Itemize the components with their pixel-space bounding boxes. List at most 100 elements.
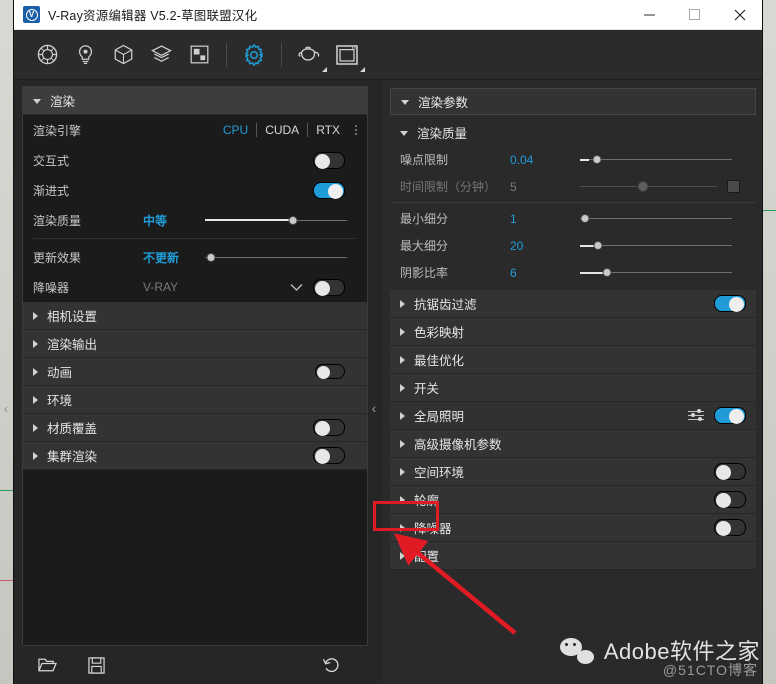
toon-outline-toggle[interactable] [714,491,746,508]
dropdown-corner-icon-2 [360,66,365,72]
update-effect-slider[interactable] [205,249,347,265]
time-limit-checkbox[interactable] [727,180,740,193]
maximize-button[interactable] [672,0,717,29]
min-subdivs-slider[interactable] [580,211,732,227]
antialias-filter-toggle[interactable] [714,295,746,312]
section-volumetric-environment[interactable]: 空间环境 [390,458,756,486]
global-illumination-toggle[interactable] [714,407,746,424]
light-bulb-icon-button[interactable] [66,36,104,74]
shading-rate-label: 阴影比率 [400,266,449,280]
chevron-right-icon [400,383,405,392]
sidebar-item-environment[interactable]: 环境 [23,386,367,414]
layers-icon-button[interactable] [142,36,180,74]
light-bulb-icon [78,45,92,65]
frame-buffer-icon-button[interactable] [328,36,366,74]
close-button[interactable] [717,0,762,29]
section-toon-outline[interactable]: 轮廓 [390,486,756,514]
noise-limit-value[interactable]: 0.04 [510,153,580,167]
progressive-toggle[interactable] [313,181,345,199]
render-quality-group-header[interactable]: 渲染质量 [390,119,756,146]
min-subdivs-value[interactable]: 1 [510,212,580,226]
interactive-toggle[interactable] [313,151,345,169]
denoiser-section-toggle[interactable] [714,519,746,536]
render-quality-slider[interactable] [205,212,347,228]
sidebar-item-camera-settings[interactable]: 相机设置 [23,302,367,330]
max-subdivs-value[interactable]: 20 [510,239,580,253]
editor-body: 渲染 渲染引擎 CPU CUDA RTX 交互式 渐进式 渲染质量 中等 更新效… [4,80,762,684]
progressive-label: 渐进式 [33,183,70,198]
material-override-toggle[interactable] [313,419,345,436]
chevron-right-icon [400,355,405,364]
sidebar-item-animation[interactable]: 动画 [23,358,367,386]
update-effect-value[interactable]: 不更新 [143,249,205,266]
vray-asset-editor-window: V V-Ray资源编辑器 V5.2-草图联盟汉化 渲染 渲染引擎 CPU CUD… [4,0,762,684]
more-options-icon[interactable] [355,125,357,135]
chevron-right-icon [400,327,405,336]
distributed-render-toggle[interactable] [313,447,345,464]
gear-icon [245,43,263,66]
engine-option-cuda[interactable]: CUDA [257,123,307,137]
chevron-right-icon [33,367,38,376]
time-limit-value[interactable]: 5 [510,180,580,194]
minimize-button[interactable] [627,0,672,29]
max-subdivs-slider[interactable] [580,238,732,254]
collapse-right-panel-chevron[interactable]: ‹ [368,396,380,420]
noise-limit-slider[interactable] [580,152,732,168]
sidebar-item-distributed-render[interactable]: 集群渲染 [23,442,367,470]
section-color-mapping[interactable]: 色彩映射 [390,318,756,346]
gi-settings-sliders-icon[interactable] [688,409,704,421]
denoiser-value[interactable]: V-RAY [143,280,205,294]
row-render-quality: 渲染质量 中等 [23,205,367,235]
section-configuration[interactable]: 配置 [390,542,756,570]
shading-rate-slider[interactable] [580,265,732,281]
toolbar-divider-2 [281,42,282,67]
environment-label: 环境 [47,394,73,408]
section-render-header[interactable]: 渲染 [23,87,367,115]
section-switches[interactable]: 开关 [390,374,756,402]
render-params-header[interactable]: 渲染参数 [390,88,756,115]
dropdown-corner-icon [322,66,327,72]
animation-toggle[interactable] [315,364,345,379]
render-quality-value[interactable]: 中等 [143,212,205,229]
section-global-illumination[interactable]: 全局照明 [390,402,756,430]
denoiser-section-label: 降噪器 [414,522,452,536]
configuration-label: 配置 [414,550,440,564]
teapot-render-icon-button[interactable] [290,36,328,74]
gear-icon-button[interactable] [235,36,273,74]
section-antialias-filter[interactable]: 抗锯齿过滤 [390,290,756,318]
volumetric-environment-toggle[interactable] [714,463,746,480]
render-quality-label: 渲染质量 [33,213,82,228]
denoiser-toggle[interactable] [313,278,345,296]
row-noise-limit: 噪点限制 0.04 [390,146,756,173]
switches-label: 开关 [414,382,440,396]
panel-splitter[interactable]: ‹ [368,80,382,684]
optimization-label: 最佳优化 [414,354,465,368]
shading-rate-value[interactable]: 6 [510,266,580,280]
texture-icon-button[interactable] [180,36,218,74]
time-limit-slider[interactable] [580,179,717,195]
geometry-cube-icon-button[interactable] [104,36,142,74]
chevron-right-icon [400,551,405,560]
sidebar-item-material-override[interactable]: 材质覆盖 [23,414,367,442]
left-panel-scroll: 渲染 渲染引擎 CPU CUDA RTX 交互式 渐进式 渲染质量 中等 更新效… [22,86,368,646]
geometry-cube-icon [114,44,132,65]
engine-option-cpu[interactable]: CPU [215,123,256,137]
section-optimization[interactable]: 最佳优化 [390,346,756,374]
toolbar-divider-1 [226,42,227,67]
save-file-button[interactable] [88,656,118,674]
section-denoiser[interactable]: 降噪器 [390,514,756,542]
sidebar-item-render-output[interactable]: 渲染输出 [23,330,367,358]
chevron-down-dropdown-icon[interactable] [290,283,303,292]
vray-logo-icon: V [23,6,40,23]
section-advanced-camera[interactable]: 高级摄像机参数 [390,430,756,458]
title-bar: V V-Ray资源编辑器 V5.2-草图联盟汉化 [14,0,762,30]
open-file-button[interactable] [38,657,68,673]
render-engine-label: 渲染引擎 [33,123,82,138]
chevron-right-icon [400,411,405,420]
engine-option-rtx[interactable]: RTX [308,123,348,137]
chevron-right-icon [33,339,38,348]
material-sphere-icon-button[interactable] [28,36,66,74]
collapse-left-panel-chevron[interactable]: ‹ [0,396,12,420]
reset-settings-button[interactable] [322,656,352,674]
layers-icon [150,45,172,62]
